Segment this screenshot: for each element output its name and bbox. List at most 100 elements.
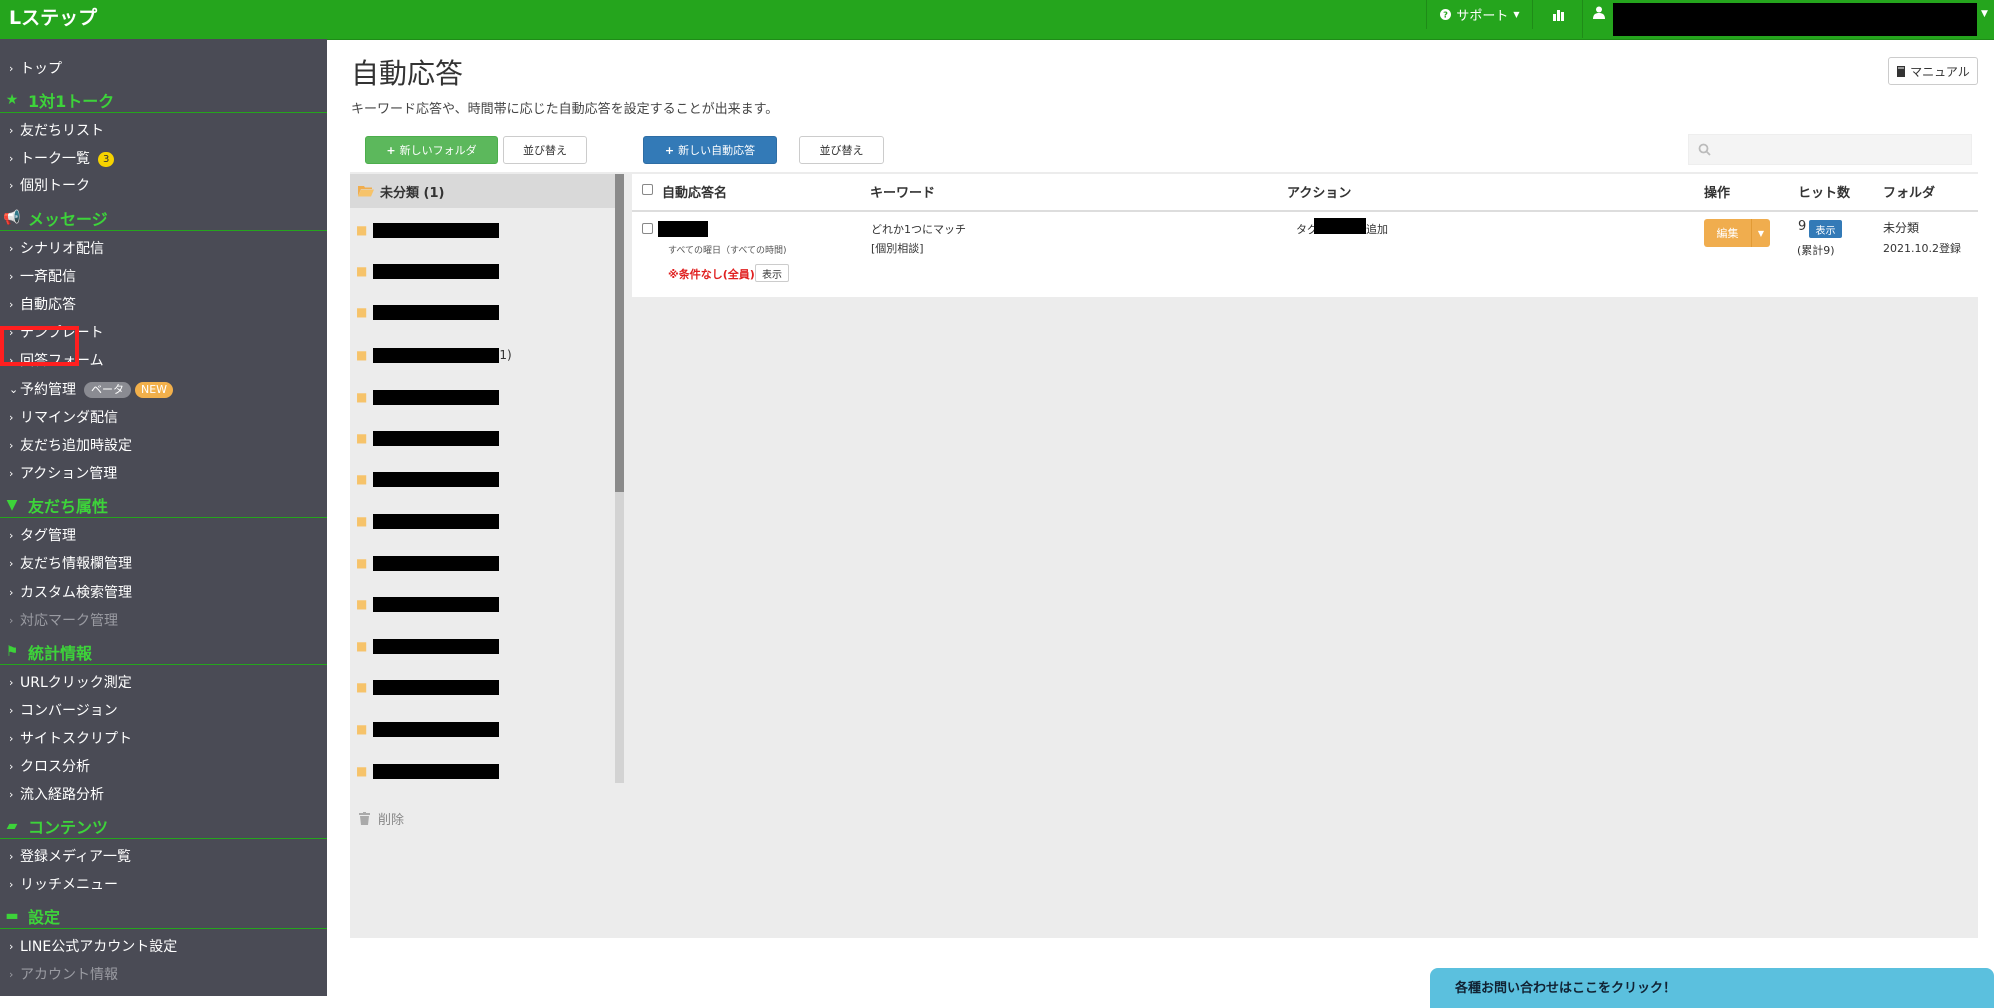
hit-total: (累計9) xyxy=(1797,244,1835,257)
sidebar-item-conversion[interactable]: › コンバージョン xyxy=(9,700,118,722)
folder-item[interactable]: ■ xyxy=(356,220,500,240)
sidebar-section-one-on-one-talk[interactable]: ★ 1対1トーク xyxy=(0,87,327,113)
folder-item[interactable]: ■ xyxy=(356,677,500,697)
sidebar-item-reminder[interactable]: › リマインダ配信 xyxy=(9,407,118,429)
condition-show-button[interactable]: 表示 xyxy=(755,264,789,282)
chevron-right-icon: › xyxy=(9,940,14,953)
sidebar-item-individual-talk[interactable]: › 個別トーク xyxy=(9,175,90,197)
folder-icon: ■ xyxy=(356,722,368,736)
folder-item[interactable]: ■ xyxy=(356,594,500,614)
search-input[interactable] xyxy=(1688,134,1972,165)
caret-down-icon[interactable]: ▼ xyxy=(1751,219,1770,247)
user-menu[interactable]: ▼ xyxy=(1582,0,1994,38)
sidebar-item-tag-management[interactable]: › タグ管理 xyxy=(9,525,76,547)
folder-icon: ■ xyxy=(356,764,368,778)
select-all-checkbox[interactable] xyxy=(642,184,653,195)
sidebar-item-auto-reply[interactable]: › 自動応答 xyxy=(9,294,76,316)
chevron-right-icon: › xyxy=(9,850,14,863)
contact-us-bar[interactable]: 各種お問い合わせはここをクリック！ xyxy=(1430,968,1994,1008)
sidebar-item-site-script[interactable]: › サイトスクリプト xyxy=(9,728,132,750)
folder-item[interactable]: ■ xyxy=(356,719,500,739)
manual-button[interactable]: マニュアル xyxy=(1888,57,1978,85)
sidebar-section-contents[interactable]: ▰ コンテンツ xyxy=(0,813,327,839)
folder-item[interactable]: ■ xyxy=(356,469,500,489)
redacted-autoreply-name[interactable] xyxy=(658,221,708,237)
folder-item[interactable]: ■ xyxy=(356,511,500,531)
sidebar-item-cross-analysis[interactable]: › クロス分析 xyxy=(9,756,90,778)
sidebar-item-label: LINE公式アカウント設定 xyxy=(20,939,178,955)
chevron-right-icon: › xyxy=(9,676,14,689)
chevron-right-icon: › xyxy=(9,298,14,311)
sidebar-item-broadcast[interactable]: › 一斉配信 xyxy=(9,266,76,288)
sidebar-item-friend-info-fields[interactable]: › 友だち情報欄管理 xyxy=(9,553,132,575)
page-description: キーワード応答や、時間帯に応じた自動応答を設定することが出来ます。 xyxy=(351,102,779,117)
sidebar-item-label: コンバージョン xyxy=(20,703,118,719)
app-logo[interactable]: Lステップ xyxy=(9,3,97,30)
page-title: 自動応答 xyxy=(351,57,464,90)
sidebar-item-account-info: › アカウント情報 xyxy=(9,964,118,986)
folder-item[interactable]: ■ xyxy=(356,761,500,781)
chevron-right-icon: › xyxy=(9,968,14,981)
unread-count-badge: 3 xyxy=(98,151,115,167)
stats-button[interactable] xyxy=(1532,0,1583,29)
sidebar-item-label: アカウント情報 xyxy=(20,967,118,983)
autoreply-sort-button[interactable]: 並び替え xyxy=(799,136,884,164)
folder-item[interactable]: ■ xyxy=(356,302,500,322)
action-tag-suffix: 追加 xyxy=(1366,223,1388,236)
star-icon: ★ xyxy=(5,91,19,108)
folder-sort-button[interactable]: 並び替え xyxy=(503,136,587,164)
registered-date: 2021.10.2登録 xyxy=(1883,242,1961,255)
folder-icon: ■ xyxy=(356,348,368,362)
keyword-text: [個別相談] xyxy=(871,242,924,255)
sidebar-item-friend-list[interactable]: › 友だちリスト xyxy=(9,120,104,142)
sidebar-item-line-account-settings[interactable]: › LINE公式アカウント設定 xyxy=(9,936,177,958)
sidebar-section-label: 友だち属性 xyxy=(28,496,109,516)
sidebar-item-rich-menu[interactable]: › リッチメニュー xyxy=(9,874,118,896)
folder-scrollbar-thumb[interactable] xyxy=(615,174,624,492)
sidebar-section-settings[interactable]: ▬ 設定 xyxy=(0,903,327,929)
folder-item[interactable]: ■ xyxy=(356,261,500,281)
beta-badge: ベータ xyxy=(84,382,131,398)
svg-text:?: ? xyxy=(1444,10,1449,20)
sidebar-item-friend-add-settings[interactable]: › 友だち追加時設定 xyxy=(9,435,132,457)
hit-show-button[interactable]: 表示 xyxy=(1809,220,1842,238)
sidebar-item-talk-list[interactable]: › トーク一覧 3 xyxy=(9,148,115,170)
sidebar-section-label: コンテンツ xyxy=(28,817,109,837)
delete-folder-button[interactable]: 削除 xyxy=(359,809,404,828)
new-folder-button[interactable]: + 新しいフォルダ xyxy=(365,136,498,164)
chevron-down-icon: ⌄ xyxy=(9,383,19,396)
sidebar-item-reservation[interactable]: ⌄ 予約管理 ベータ NEW xyxy=(9,379,174,401)
folder-item[interactable]: ■ xyxy=(356,428,500,448)
row-checkbox[interactable] xyxy=(642,223,653,234)
sidebar-section-friend-attributes[interactable]: ▼ 友だち属性 xyxy=(0,492,327,518)
flag-icon: ⚑ xyxy=(5,643,19,660)
folder-icon: ■ xyxy=(356,390,368,404)
condition-text: ※条件なし(全員) xyxy=(668,268,755,281)
edit-button-group[interactable]: 編集 ▼ xyxy=(1704,219,1770,247)
sidebar-item-inflow-analysis[interactable]: › 流入経路分析 xyxy=(9,784,104,806)
chevron-right-icon: › xyxy=(9,179,14,192)
redacted-folder-name xyxy=(373,389,500,405)
sidebar-item-custom-search[interactable]: › カスタム検索管理 xyxy=(9,582,132,604)
sidebar-section-message[interactable]: 📢 メッセージ xyxy=(0,205,327,231)
folder-item[interactable]: ■ 1) xyxy=(356,345,512,365)
folder-item[interactable]: ■ xyxy=(356,387,500,407)
sidebar-item-scenario[interactable]: › シナリオ配信 xyxy=(9,238,104,260)
sidebar-item-top[interactable]: › トップ xyxy=(9,58,62,80)
sidebar-section-statistics[interactable]: ⚑ 統計情報 xyxy=(0,639,327,665)
sidebar-item-response-mark: › 対応マーク管理 xyxy=(9,610,118,632)
new-autoreply-button[interactable]: + 新しい自動応答 xyxy=(643,136,777,164)
folder-item[interactable]: ■ xyxy=(356,553,500,573)
sidebar-item-media-list[interactable]: › 登録メディア一覧 xyxy=(9,846,131,868)
support-menu[interactable]: ? サポート ▼ xyxy=(1426,0,1533,29)
sidebar-item-label: サイトスクリプト xyxy=(20,731,132,747)
folder-uncategorized[interactable]: 未分類 (1) xyxy=(350,174,615,208)
folder-item[interactable]: ■ xyxy=(356,636,500,656)
sidebar-item-label: アクション管理 xyxy=(20,466,118,482)
plus-icon: + xyxy=(664,143,675,157)
sidebar-item-action-management[interactable]: › アクション管理 xyxy=(9,463,117,485)
chevron-right-icon: › xyxy=(9,529,14,542)
folder-icon: ■ xyxy=(356,556,368,570)
edit-label[interactable]: 編集 xyxy=(1704,219,1751,247)
sidebar-item-url-click[interactable]: › URLクリック測定 xyxy=(9,672,132,694)
